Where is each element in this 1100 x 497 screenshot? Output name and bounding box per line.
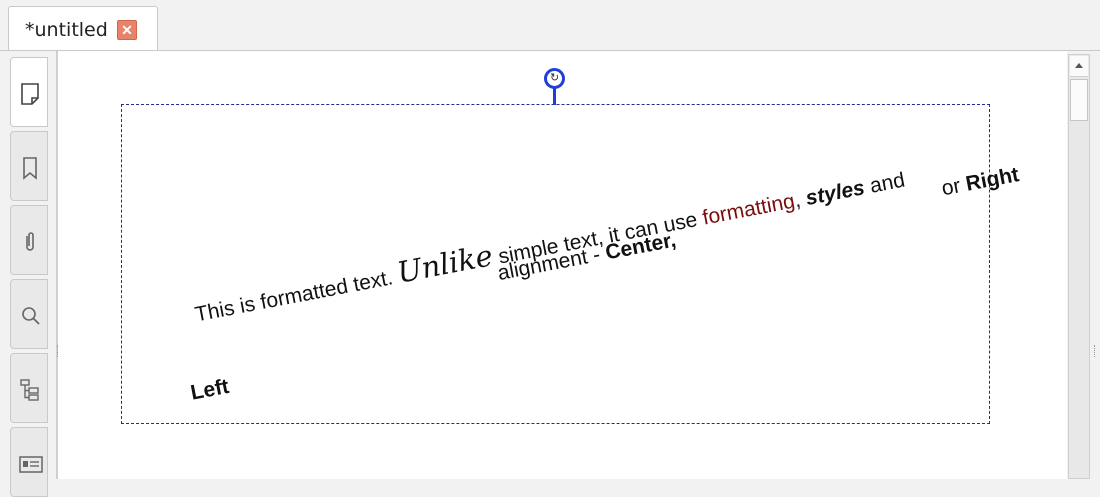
tree-icon <box>20 379 39 401</box>
sidebar-search-button[interactable] <box>10 279 48 349</box>
chevron-up-icon <box>1075 63 1083 68</box>
colored-text-run: formatting <box>700 189 797 230</box>
close-tab-icon[interactable]: ✕ <box>117 20 137 40</box>
right-splitter[interactable] <box>1094 345 1097 357</box>
scroll-up-button[interactable] <box>1070 56 1088 77</box>
sidebar-bookmarks-button[interactable] <box>10 131 48 201</box>
bold-italic-text-run: styles <box>803 176 867 210</box>
bookmark-icon <box>23 157 37 180</box>
bold-text-run: Right <box>963 163 1021 196</box>
sidebar-structure-button[interactable] <box>10 353 48 423</box>
sidebar-properties-button[interactable] <box>10 427 48 497</box>
attachment-icon <box>26 232 34 251</box>
text-run: and <box>862 168 907 199</box>
card-icon <box>19 456 43 473</box>
page-icon <box>21 83 39 105</box>
vertical-scrollbar[interactable] <box>1068 54 1090 479</box>
tab-title: *untitled <box>25 19 108 41</box>
sidebar-page-button[interactable] <box>10 57 48 127</box>
script-text-run: Unlike <box>394 238 496 290</box>
search-icon <box>22 307 40 325</box>
sidebar <box>0 51 57 497</box>
left-splitter[interactable] <box>57 345 60 357</box>
sidebar-attachments-button[interactable] <box>10 205 48 275</box>
document-tab[interactable]: *untitled ✕ <box>8 6 158 50</box>
scroll-thumb[interactable] <box>1070 79 1088 121</box>
